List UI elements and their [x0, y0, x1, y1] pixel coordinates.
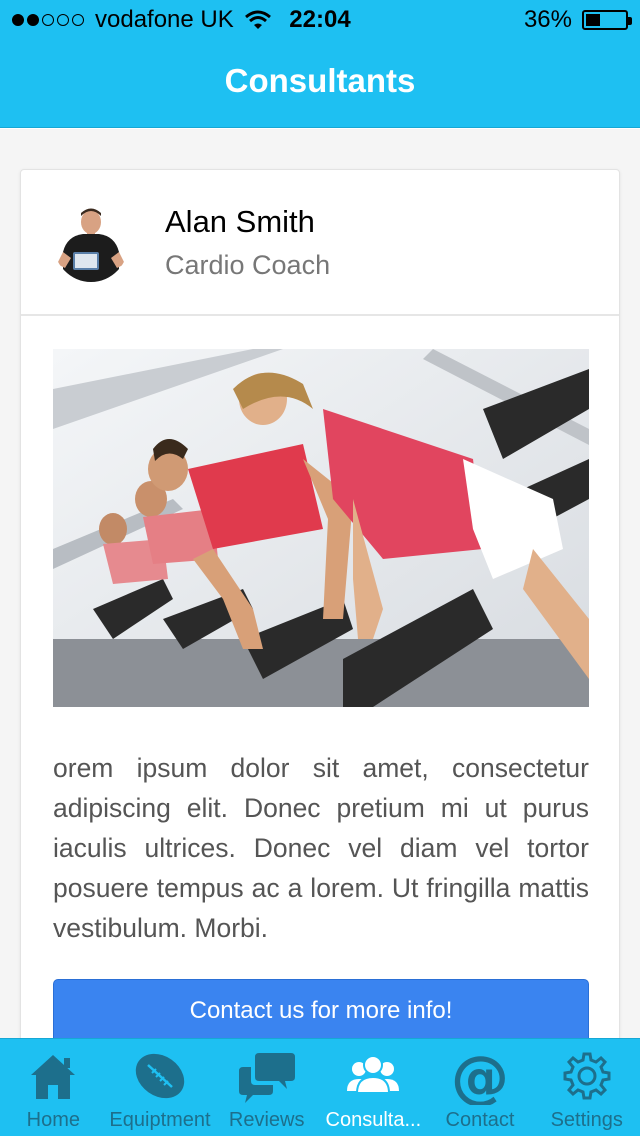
tab-label: Consulta... [325, 1109, 422, 1131]
football-icon [135, 1053, 185, 1099]
consultant-card: Alan Smith Cardio Coach orem ipsum dolor… [20, 169, 620, 1038]
tab-label: Equiptment [109, 1109, 211, 1131]
tab-reviews[interactable]: Reviews [213, 1039, 320, 1136]
consultant-role: Cardio Coach [165, 250, 331, 280]
at-icon: @ [451, 1047, 509, 1105]
tab-consultants[interactable]: Consulta... [320, 1039, 427, 1136]
tab-home[interactable]: Home [0, 1039, 107, 1136]
tab-label: Reviews [228, 1109, 305, 1131]
contact-button[interactable]: Contact us for more info! [53, 979, 589, 1038]
consultant-header: Alan Smith Cardio Coach [21, 170, 619, 316]
tab-bar: Home Equiptment Reviews Consulta... @ Co… [0, 1038, 640, 1136]
consultant-name: Alan Smith [165, 204, 315, 239]
battery-percent: 36% [523, 6, 572, 33]
svg-text:@: @ [451, 1047, 509, 1105]
tab-label: Settings [550, 1109, 623, 1131]
page-title: Consultants [224, 62, 416, 99]
consultant-description: orem ipsum dolor sit amet, consectetur a… [53, 753, 589, 943]
content-area[interactable]: Alan Smith Cardio Coach orem ipsum dolor… [0, 129, 640, 1038]
battery-icon [582, 10, 632, 30]
nav-header: vodafone UK 22:04 36% Consultants [0, 0, 640, 128]
chat-bubbles-icon [238, 1053, 295, 1103]
tab-contact[interactable]: @ Contact [427, 1039, 534, 1136]
tab-label: Home [26, 1109, 81, 1131]
people-icon [347, 1055, 400, 1094]
tab-settings[interactable]: Settings [533, 1039, 640, 1136]
spin-class-photo [53, 349, 589, 707]
avatar [53, 202, 129, 282]
tab-equiptment[interactable]: Equiptment [107, 1039, 214, 1136]
tab-label: Contact [445, 1109, 515, 1131]
gear-icon [563, 1052, 611, 1100]
home-icon [31, 1055, 76, 1099]
status-bar: vodafone UK 22:04 36% [0, 0, 640, 40]
